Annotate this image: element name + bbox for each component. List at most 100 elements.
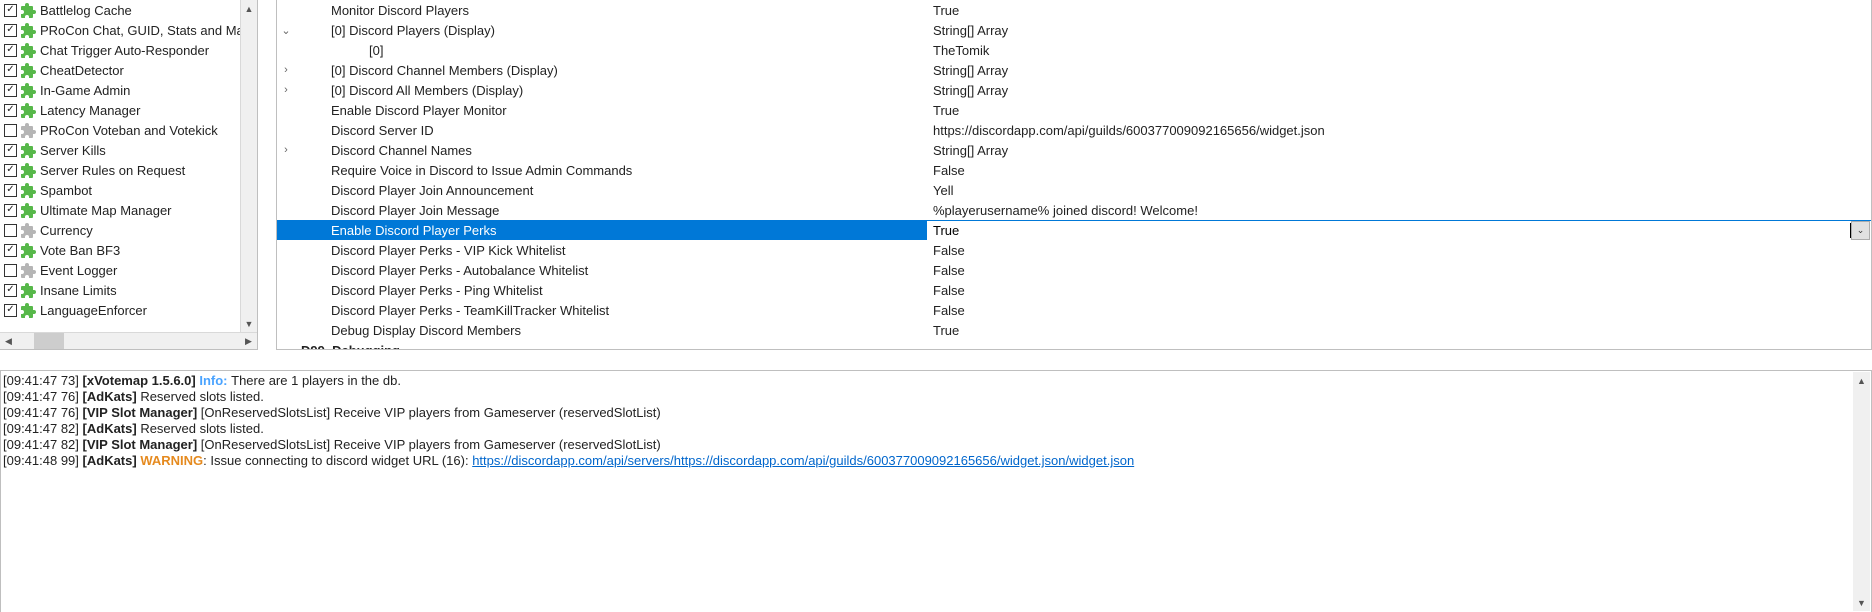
- property-row[interactable]: Discord Player Join Message%playeruserna…: [277, 200, 1871, 220]
- property-value[interactable]: False: [927, 243, 1871, 258]
- property-row[interactable]: Enable Discord Player MonitorTrue: [277, 100, 1871, 120]
- property-key[interactable]: Discord Player Perks - Autobalance White…: [295, 263, 927, 278]
- property-key[interactable]: [0] Discord Channel Members (Display): [295, 63, 927, 78]
- plugin-list-scrollbar-v[interactable]: ▲ ▼: [240, 0, 257, 332]
- plugin-row[interactable]: PRoCon Voteban and Votekick: [0, 120, 257, 140]
- property-key[interactable]: Discord Player Perks - Ping Whitelist: [295, 283, 927, 298]
- property-value[interactable]: String[] Array: [927, 63, 1871, 78]
- plugin-row[interactable]: Insane Limits: [0, 280, 257, 300]
- scroll-thumb[interactable]: [34, 333, 64, 349]
- scroll-down-icon[interactable]: ▼: [1853, 594, 1870, 611]
- property-row[interactable]: Discord Server IDhttps://discordapp.com/…: [277, 120, 1871, 140]
- property-row[interactable]: Monitor Discord PlayersTrue: [277, 0, 1871, 20]
- property-key[interactable]: Discord Player Join Message: [295, 203, 927, 218]
- property-key[interactable]: Discord Player Perks - VIP Kick Whitelis…: [295, 243, 927, 258]
- plugin-row[interactable]: Server Rules on Request: [0, 160, 257, 180]
- property-row[interactable]: Enable Discord Player PerksTrue⌄: [277, 220, 1871, 240]
- plugin-row[interactable]: Currency: [0, 220, 257, 240]
- property-row[interactable]: Discord Player Perks - Autobalance White…: [277, 260, 1871, 280]
- plugin-row[interactable]: CheatDetector: [0, 60, 257, 80]
- property-row[interactable]: Debug Display Discord MembersTrue: [277, 320, 1871, 340]
- plugin-list-scrollbar-h[interactable]: ◀ ▶: [0, 332, 257, 349]
- scroll-right-icon[interactable]: ▶: [240, 333, 257, 349]
- scroll-up-icon[interactable]: ▲: [1853, 372, 1870, 389]
- plugin-row[interactable]: PRoCon Chat, GUID, Stats and Map: [0, 20, 257, 40]
- plugin-row[interactable]: Spambot: [0, 180, 257, 200]
- console-scrollbar-v[interactable]: ▲ ▼: [1853, 372, 1870, 611]
- plugin-row[interactable]: LanguageEnforcer: [0, 300, 257, 320]
- expand-toggle[interactable]: ›: [277, 84, 295, 96]
- property-key[interactable]: Debug Display Discord Members: [295, 323, 927, 338]
- property-row[interactable]: Discord Player Join AnnouncementYell: [277, 180, 1871, 200]
- plugin-checkbox[interactable]: [4, 124, 17, 137]
- scroll-up-icon[interactable]: ▲: [241, 0, 257, 17]
- property-row[interactable]: ⌄[0] Discord Players (Display)String[] A…: [277, 20, 1871, 40]
- plugin-checkbox[interactable]: [4, 24, 17, 37]
- property-key[interactable]: [0] Discord All Members (Display): [295, 83, 927, 98]
- property-value[interactable]: String[] Array: [927, 83, 1871, 98]
- property-key[interactable]: [0]: [295, 43, 927, 58]
- plugin-checkbox[interactable]: [4, 304, 17, 317]
- property-row[interactable]: ›[0] Discord All Members (Display)String…: [277, 80, 1871, 100]
- expand-toggle[interactable]: ⌄: [277, 344, 295, 351]
- plugin-checkbox[interactable]: [4, 104, 17, 117]
- dropdown-button[interactable]: ⌄: [1851, 221, 1870, 240]
- property-row[interactable]: Discord Player Perks - Ping WhitelistFal…: [277, 280, 1871, 300]
- property-value[interactable]: False: [927, 303, 1871, 318]
- property-value[interactable]: False: [927, 263, 1871, 278]
- plugin-row[interactable]: Battlelog Cache: [0, 0, 257, 20]
- property-value[interactable]: False: [927, 283, 1871, 298]
- expand-toggle[interactable]: ⌄: [277, 24, 295, 37]
- property-value[interactable]: True: [927, 103, 1871, 118]
- property-row[interactable]: Discord Player Perks - VIP Kick Whitelis…: [277, 240, 1871, 260]
- property-value-editor[interactable]: True⌄: [927, 221, 1871, 240]
- plugin-row[interactable]: Latency Manager: [0, 100, 257, 120]
- property-value[interactable]: False: [927, 163, 1871, 178]
- plugin-row[interactable]: In-Game Admin: [0, 80, 257, 100]
- property-row[interactable]: [0]TheTomik: [277, 40, 1871, 60]
- plugin-checkbox[interactable]: [4, 164, 17, 177]
- property-key[interactable]: [0] Discord Players (Display): [295, 23, 927, 38]
- property-value[interactable]: True: [927, 223, 1851, 238]
- plugin-checkbox[interactable]: [4, 64, 17, 77]
- expand-toggle[interactable]: ›: [277, 64, 295, 76]
- property-value[interactable]: TheTomik: [927, 43, 1871, 58]
- property-key[interactable]: Enable Discord Player Perks: [295, 223, 927, 238]
- property-row[interactable]: ›Discord Channel NamesString[] Array: [277, 140, 1871, 160]
- plugin-row[interactable]: Ultimate Map Manager: [0, 200, 257, 220]
- plugin-row[interactable]: Chat Trigger Auto-Responder: [0, 40, 257, 60]
- property-row[interactable]: Require Voice in Discord to Issue Admin …: [277, 160, 1871, 180]
- console-link[interactable]: https://discordapp.com/api/servers/https…: [472, 453, 1134, 468]
- property-key[interactable]: Monitor Discord Players: [295, 3, 927, 18]
- property-value[interactable]: %playerusername% joined discord! Welcome…: [927, 203, 1871, 218]
- property-row[interactable]: Discord Player Perks - TeamKillTracker W…: [277, 300, 1871, 320]
- scroll-left-icon[interactable]: ◀: [0, 333, 17, 349]
- property-row[interactable]: ⌄D99. Debugging: [277, 340, 1871, 350]
- property-row[interactable]: ›[0] Discord Channel Members (Display)St…: [277, 60, 1871, 80]
- plugin-checkbox[interactable]: [4, 44, 17, 57]
- plugin-checkbox[interactable]: [4, 244, 17, 257]
- plugin-checkbox[interactable]: [4, 184, 17, 197]
- plugin-checkbox[interactable]: [4, 224, 17, 237]
- plugin-checkbox[interactable]: [4, 204, 17, 217]
- plugin-row[interactable]: Event Logger: [0, 260, 257, 280]
- property-value[interactable]: True: [927, 323, 1871, 338]
- plugin-checkbox[interactable]: [4, 4, 17, 17]
- property-value[interactable]: String[] Array: [927, 143, 1871, 158]
- scroll-down-icon[interactable]: ▼: [241, 315, 257, 332]
- plugin-row[interactable]: Server Kills: [0, 140, 257, 160]
- plugin-checkbox[interactable]: [4, 284, 17, 297]
- property-value[interactable]: True: [927, 3, 1871, 18]
- property-key[interactable]: D99. Debugging: [295, 343, 927, 351]
- plugin-checkbox[interactable]: [4, 144, 17, 157]
- plugin-checkbox[interactable]: [4, 264, 17, 277]
- plugin-row[interactable]: Vote Ban BF3: [0, 240, 257, 260]
- property-key[interactable]: Discord Player Perks - TeamKillTracker W…: [295, 303, 927, 318]
- property-value[interactable]: https://discordapp.com/api/guilds/600377…: [927, 123, 1871, 138]
- property-value[interactable]: String[] Array: [927, 23, 1871, 38]
- property-key[interactable]: Discord Player Join Announcement: [295, 183, 927, 198]
- plugin-checkbox[interactable]: [4, 84, 17, 97]
- property-key[interactable]: Require Voice in Discord to Issue Admin …: [295, 163, 927, 178]
- expand-toggle[interactable]: ›: [277, 144, 295, 156]
- property-key[interactable]: Discord Channel Names: [295, 143, 927, 158]
